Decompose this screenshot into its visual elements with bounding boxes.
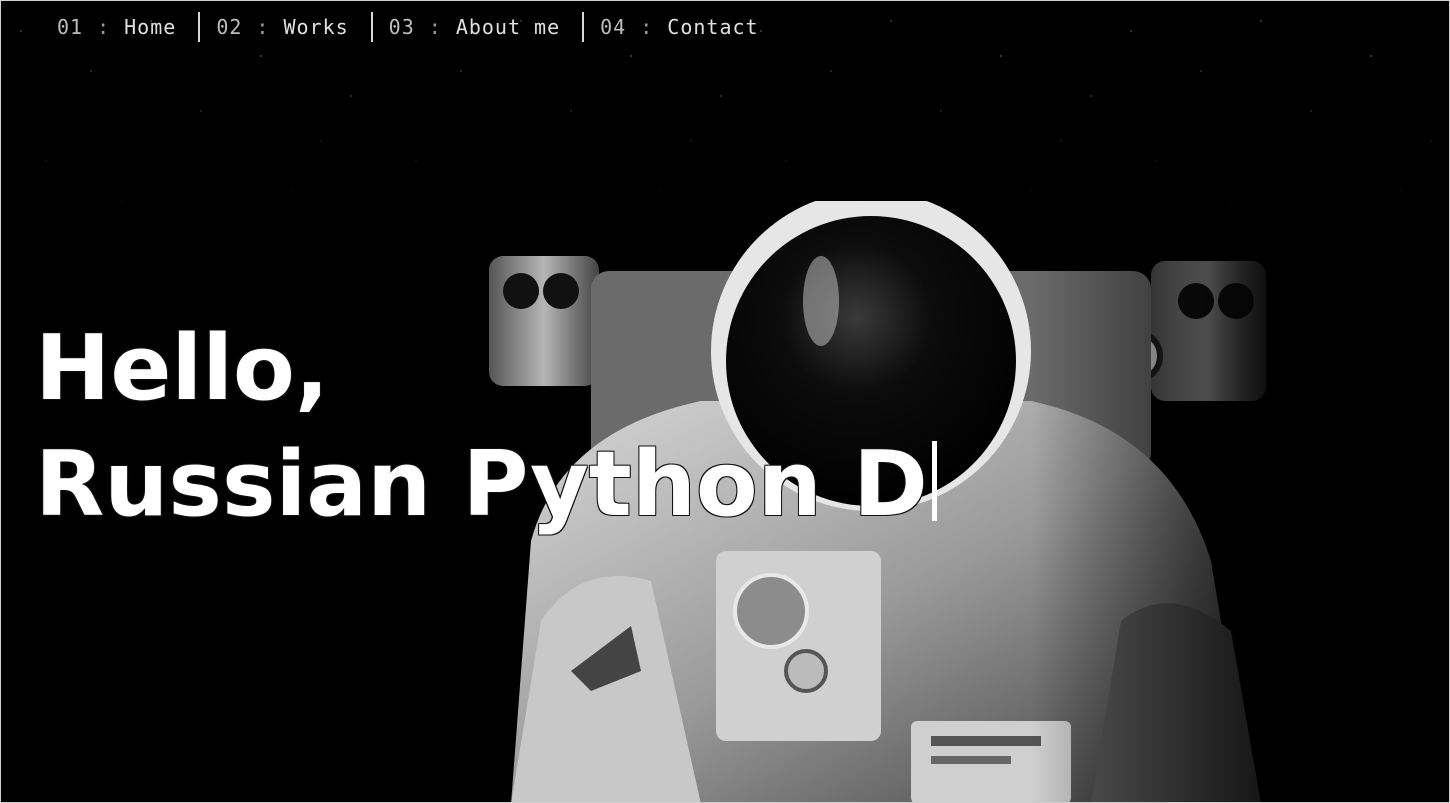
hero-greeting: Hello, bbox=[35, 316, 330, 421]
hero-typed-text: Russian Python D bbox=[35, 432, 928, 537]
text-cursor-icon bbox=[931, 441, 937, 521]
nav-item-works[interactable]: 02 : Works bbox=[198, 12, 370, 42]
hero-typed-line: Russian Python D bbox=[35, 427, 937, 543]
nav-number: 03 bbox=[388, 15, 415, 39]
nav-number: 04 bbox=[600, 15, 627, 39]
nav-separator: : bbox=[428, 15, 442, 39]
main-nav: 01 : Home 02 : Works 03 : About me 04 : … bbox=[41, 11, 781, 43]
hero-heading: Hello, Russian Python D bbox=[35, 311, 937, 543]
nav-item-home[interactable]: 01 : Home bbox=[41, 12, 198, 42]
nav-separator: : bbox=[640, 15, 654, 39]
nav-number: 02 bbox=[216, 15, 243, 39]
nav-item-contact[interactable]: 04 : Contact bbox=[582, 12, 780, 42]
nav-label[interactable]: Home bbox=[124, 15, 176, 39]
nav-label[interactable]: Contact bbox=[667, 15, 758, 39]
nav-label[interactable]: About me bbox=[456, 15, 560, 39]
nav-label[interactable]: Works bbox=[283, 15, 348, 39]
nav-separator: : bbox=[97, 15, 111, 39]
page: 01 : Home 02 : Works 03 : About me 04 : … bbox=[0, 0, 1450, 803]
nav-item-about-me[interactable]: 03 : About me bbox=[370, 12, 582, 42]
nav-separator: : bbox=[256, 15, 270, 39]
nav-number: 01 bbox=[57, 15, 84, 39]
